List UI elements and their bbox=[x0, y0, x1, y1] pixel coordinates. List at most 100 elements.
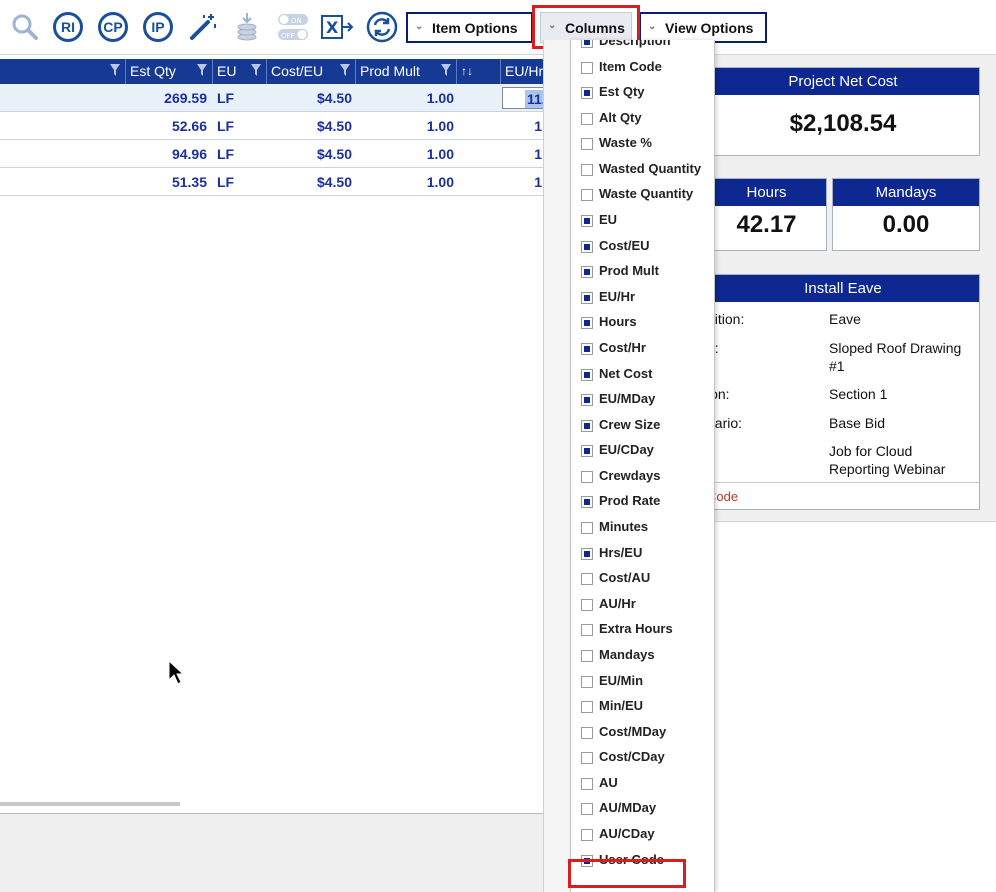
menu-item-checkbox[interactable] bbox=[581, 496, 593, 509]
menu-item-label: Hours bbox=[599, 314, 637, 330]
menu-item-checkbox[interactable] bbox=[581, 777, 593, 790]
menu-item[interactable]: Prod Mult bbox=[571, 260, 714, 286]
header-est-qty[interactable]: Est Qty bbox=[126, 59, 213, 84]
menu-item[interactable]: AU/Hr bbox=[571, 593, 714, 619]
menu-item-checkbox[interactable] bbox=[581, 291, 593, 304]
menu-item-checkbox[interactable] bbox=[581, 470, 593, 483]
table-row[interactable]: 52.66 LF $4.50 1.00 1 bbox=[0, 112, 544, 140]
sort-arrows-icon[interactable]: ↑↓ bbox=[457, 59, 501, 84]
menu-item[interactable]: Cost/CDay bbox=[571, 746, 714, 772]
menu-item[interactable]: Net Cost bbox=[571, 363, 714, 389]
header-description[interactable] bbox=[0, 59, 126, 84]
menu-item-checkbox[interactable] bbox=[581, 342, 593, 355]
menu-item-checkbox[interactable] bbox=[581, 87, 593, 100]
menu-item[interactable]: EU/Hr bbox=[571, 286, 714, 312]
menu-item[interactable]: Alt Qty bbox=[571, 107, 714, 133]
menu-item-checkbox[interactable] bbox=[581, 40, 593, 48]
menu-item[interactable]: Cost/EU bbox=[571, 235, 714, 261]
menu-item-label: EU/MDay bbox=[599, 391, 656, 407]
menu-item-label: Crew Size bbox=[599, 416, 661, 432]
menu-item[interactable]: Cost/Hr bbox=[571, 337, 714, 363]
menu-item[interactable]: Item Code bbox=[571, 56, 714, 82]
menu-item-checkbox[interactable] bbox=[581, 189, 593, 202]
refresh-icon[interactable] bbox=[365, 10, 399, 44]
database-icon[interactable] bbox=[230, 10, 264, 44]
view-options-dropdown[interactable]: ⌄ View Options bbox=[639, 12, 767, 43]
cell-eu: LF bbox=[217, 174, 235, 190]
menu-gutter bbox=[543, 40, 570, 892]
menu-item[interactable]: Wasted Quantity bbox=[571, 158, 714, 184]
header-eu[interactable]: EU bbox=[213, 59, 267, 84]
menu-item-checkbox[interactable] bbox=[581, 445, 593, 458]
menu-item-checkbox[interactable] bbox=[581, 522, 593, 535]
menu-item-checkbox[interactable] bbox=[581, 112, 593, 125]
menu-item-checkbox[interactable] bbox=[581, 317, 593, 330]
on-off-toggle-icon[interactable]: ON OFF bbox=[276, 10, 310, 44]
menu-item[interactable]: Hours bbox=[571, 311, 714, 337]
menu-item-checkbox[interactable] bbox=[581, 240, 593, 253]
menu-item[interactable]: Mandays bbox=[571, 644, 714, 670]
menu-item[interactable]: EU/CDay bbox=[571, 439, 714, 465]
cell-prod-mult: 1.00 bbox=[426, 90, 454, 106]
menu-item-checkbox[interactable] bbox=[581, 675, 593, 688]
menu-item-checkbox[interactable] bbox=[581, 419, 593, 432]
menu-item-checkbox[interactable] bbox=[581, 368, 593, 381]
menu-item-checkbox[interactable] bbox=[581, 598, 593, 611]
item-options-dropdown[interactable]: ⌄ Item Options bbox=[406, 12, 533, 43]
ip-icon[interactable]: IP bbox=[141, 10, 175, 44]
menu-item[interactable]: Cost/AU bbox=[571, 567, 714, 593]
menu-item[interactable]: Waste % bbox=[571, 132, 714, 158]
menu-item-checkbox[interactable] bbox=[581, 573, 593, 586]
menu-item[interactable]: Est Qty bbox=[571, 81, 714, 107]
menu-item[interactable]: Extra Hours bbox=[571, 618, 714, 644]
menu-item[interactable]: AU/CDay bbox=[571, 823, 714, 849]
menu-item-checkbox[interactable] bbox=[581, 547, 593, 560]
magic-wand-icon[interactable] bbox=[186, 10, 220, 44]
menu-item[interactable]: Description bbox=[571, 40, 714, 56]
menu-item[interactable]: Cost/MDay bbox=[571, 721, 714, 747]
menu-item-checkbox[interactable] bbox=[581, 215, 593, 228]
menu-item[interactable]: EU/MDay bbox=[571, 388, 714, 414]
header-eu-hr[interactable]: EU/Hr bbox=[501, 59, 544, 84]
menu-item[interactable]: EU/Min bbox=[571, 670, 714, 696]
eu-hr-edit-field[interactable]: 11. bbox=[502, 87, 548, 109]
menu-item-label: Mandays bbox=[599, 646, 655, 662]
ri-icon[interactable]: RI bbox=[51, 10, 85, 44]
menu-item-checkbox[interactable] bbox=[581, 138, 593, 151]
menu-item-checkbox[interactable] bbox=[581, 394, 593, 407]
info-value: Section 1 bbox=[829, 386, 888, 402]
menu-item-checkbox[interactable] bbox=[581, 266, 593, 279]
menu-item-checkbox[interactable] bbox=[581, 803, 593, 816]
menu-item-label: Min/EU bbox=[599, 698, 644, 714]
header-prod-mult[interactable]: Prod Mult bbox=[356, 59, 457, 84]
menu-item-label: AU/Hr bbox=[599, 595, 636, 611]
cell-est-qty: 51.35 bbox=[171, 174, 207, 190]
menu-item[interactable]: Hrs/EU bbox=[571, 542, 714, 568]
menu-item-checkbox[interactable] bbox=[581, 61, 593, 74]
menu-item[interactable]: Min/EU bbox=[571, 695, 714, 721]
mandays-label: Mandays bbox=[833, 179, 979, 206]
export-x-icon[interactable]: X bbox=[320, 10, 354, 44]
table-row[interactable]: 94.96 LF $4.50 1.00 1 bbox=[0, 140, 544, 168]
menu-item[interactable]: EU bbox=[571, 209, 714, 235]
menu-item-checkbox[interactable] bbox=[581, 163, 593, 176]
table-row[interactable]: 269.59 LF $4.50 1.00 11. bbox=[0, 84, 548, 112]
table-row[interactable]: 51.35 LF $4.50 1.00 1 bbox=[0, 168, 544, 196]
menu-item[interactable]: Prod Rate bbox=[571, 490, 714, 516]
menu-item-checkbox[interactable] bbox=[581, 701, 593, 714]
menu-item-checkbox[interactable] bbox=[581, 828, 593, 841]
menu-item-checkbox[interactable] bbox=[581, 624, 593, 637]
cp-icon[interactable]: CP bbox=[96, 10, 130, 44]
search-icon[interactable] bbox=[8, 10, 42, 44]
menu-item[interactable]: AU bbox=[571, 772, 714, 798]
horizontal-scrollbar[interactable] bbox=[0, 802, 180, 806]
menu-item-checkbox[interactable] bbox=[581, 752, 593, 765]
menu-item[interactable]: Minutes bbox=[571, 516, 714, 542]
menu-item[interactable]: Waste Quantity bbox=[571, 183, 714, 209]
menu-item-checkbox[interactable] bbox=[581, 649, 593, 662]
menu-item[interactable]: Crew Size bbox=[571, 414, 714, 440]
menu-item-checkbox[interactable] bbox=[581, 726, 593, 739]
header-cost-eu[interactable]: Cost/EU bbox=[267, 59, 356, 84]
menu-item[interactable]: AU/MDay bbox=[571, 797, 714, 823]
menu-item[interactable]: Crewdays bbox=[571, 465, 714, 491]
